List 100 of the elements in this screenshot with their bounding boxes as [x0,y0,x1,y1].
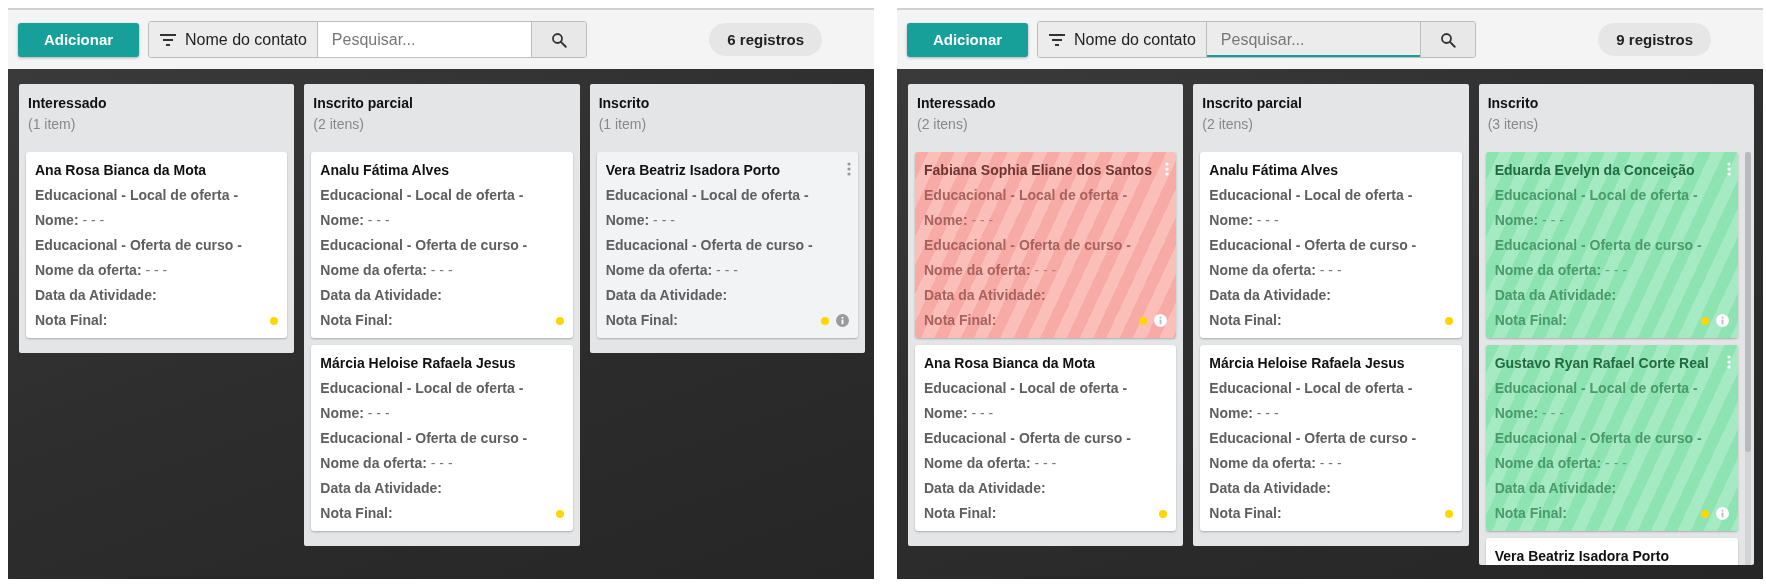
card-field: Nome da oferta: - - - [1494,455,1627,471]
card-field: Data da Atividade: [924,287,1046,303]
filter-icon [159,32,177,47]
record-count: 9 registros [1598,23,1711,56]
card-field: Nome: - - - [605,212,675,228]
item-count: (2 itens) [1202,116,1254,132]
contact-name: Márcia Heloise Rafaela Jesus [1209,354,1405,373]
contact-card[interactable]: Fabiana Sophia Eliane dos Santos Educacional - Local de oferta - Nome: - - - Educacional - Oferta de curso - Nome da oferta: - - - Data da Atividade: Nota Final: [915,152,1177,338]
more-icon[interactable] [847,162,851,176]
card-field: Data da Atividade: [1209,287,1331,303]
more-icon[interactable] [1727,355,1731,369]
item-count: (2 itens) [313,116,365,132]
card-field: Nome: - - - [1209,212,1279,228]
contact-card[interactable]: Analu Fátima Alves Educacional - Local de oferta - Nome: - - - Educacional - Oferta de curso - Nome da oferta: - - - Data da Atividade: Nota Final: [1200,152,1462,338]
card-field: Educacional - Oferta de curso - [1209,430,1417,446]
card-field: Data da Atividade: [320,480,442,496]
search-field[interactable]: Pesquisar... [317,22,531,57]
contact-name: Gustavo Ryan Rafael Corte Real [1494,354,1709,373]
contact-card[interactable]: Gustavo Ryan Rafael Corte Real Educacional - Local de oferta - Nome: - - - Educacional - Oferta de curso - Nome da oferta: - - - Data da Atividade: Nota Final: [1485,345,1738,531]
card-field: Data da Atividade: [1494,480,1617,496]
filter-icon [1048,32,1066,47]
more-icon[interactable] [1727,162,1731,176]
card-field: Educacional - Local de oferta - [924,187,1128,203]
card-field: Nome da oferta: - - - [924,455,1057,471]
contact-card[interactable]: Vera Beatriz Isadora Porto Educacional - Local de oferta - Nome: - - - Educacional - Oferta de curso - Nome da oferta: - - - Data da Atividade: Nota Final: [596,152,858,338]
search-button[interactable] [1419,22,1475,57]
card-field: Nome da oferta: - - - [35,262,168,278]
card-field: Nome da oferta: - - - [320,455,453,471]
info-icon[interactable] [1716,507,1729,520]
item-count: (1 item) [598,116,648,132]
contact-name: Ana Rosa Bianca da Mota [924,354,1096,373]
card-field: Nota Final: [605,308,678,333]
card-field: Data da Atividade: [320,287,442,303]
record-count: 6 registros [709,23,822,56]
card-field: Data da Atividade: [1209,480,1331,496]
info-icon[interactable] [836,314,849,327]
column-title: Interessado [917,95,997,111]
card-field: Nome: - - - [35,212,105,228]
search-icon [1438,30,1457,49]
card-field: Educacional - Local de oferta - [320,380,524,396]
contact-card[interactable]: Ana Rosa Bianca da Mota Educacional - Local de oferta - Nome: - - - Educacional - Oferta de curso - Nome da oferta: - - - Data da Atividade: Nota Final: [26,152,288,338]
filter-button[interactable]: Nome do contato [149,22,318,57]
card-field: Nota Final: [1209,501,1282,526]
search-button[interactable] [530,22,586,57]
contact-name: Vera Beatriz Isadora Porto [605,161,780,180]
info-icon[interactable] [1154,314,1168,327]
card-field: Educacional - Oferta de curso - [1494,237,1702,253]
contact-card[interactable]: Vera Beatriz Isadora Porto [1485,538,1738,565]
more-icon[interactable] [1165,162,1170,176]
contact-name: Analu Fátima Alves [1209,161,1338,180]
card-field: Nome da oferta: - - - [1494,262,1627,278]
card-field: Educacional - Local de oferta - [1209,187,1413,203]
card-field: Educacional - Oferta de curso - [35,237,242,253]
card-field: Educacional - Oferta de curso - [1494,430,1702,446]
item-count: (1 item) [28,116,77,132]
contact-card[interactable]: Márcia Heloise Rafaela Jesus Educacional - Local de oferta - Nome: - - - Educacional - Oferta de curso - Nome da oferta: - - - Data da Atividade: Nota Final: [311,345,573,531]
search-icon [549,30,568,49]
column-title: Inscrito parcial [313,95,414,111]
card-field: Educacional - Oferta de curso - [320,430,528,446]
column-title: Inscrito parcial [1202,95,1303,111]
card-field: Educacional - Oferta de curso - [924,237,1131,253]
card-field: Nome: - - - [320,212,390,228]
contact-name: Ana Rosa Bianca da Mota [35,161,207,180]
card-field: Nota Final: [924,501,997,526]
card-field: Educacional - Local de oferta - [605,187,809,203]
column-title: Interessado [28,95,108,111]
card-field: Educacional - Local de oferta - [924,380,1128,396]
contact-name: Márcia Heloise Rafaela Jesus [320,354,516,373]
scrollbar[interactable] [1745,152,1751,565]
contact-name: Vera Beatriz Isadora Porto [1494,547,1669,565]
contact-card[interactable]: Márcia Heloise Rafaela Jesus Educacional - Local de oferta - Nome: - - - Educacional - Oferta de curso - Nome da oferta: - - - Data da Atividade: Nota Final: [1200,345,1462,531]
card-field: Data da Atividade: [605,287,728,303]
card-field: Nome: - - - [924,405,994,421]
card-field: Nota Final: [35,308,108,333]
card-field: Nome da oferta: - - - [320,262,453,278]
card-field: Educacional - Local de oferta - [1494,380,1698,396]
contact-name: Eduarda Evelyn da Conceição [1494,161,1695,180]
card-field: Data da Atividade: [1494,287,1617,303]
filter-button[interactable]: Nome do contato [1038,22,1207,57]
column-title: Inscrito [1487,95,1540,111]
card-field: Nome da oferta: - - - [1209,455,1342,471]
contact-card[interactable]: Eduarda Evelyn da Conceição Educacional - Local de oferta - Nome: - - - Educacional - Oferta de curso - Nome da oferta: - - - Data da Atividade: Nota Final: [1485,152,1738,338]
card-field: Nota Final: [320,501,393,526]
card-field: Educacional - Local de oferta - [1494,187,1698,203]
contact-card[interactable]: Ana Rosa Bianca da Mota Educacional - Local de oferta - Nome: - - - Educacional - Oferta de curso - Nome da oferta: - - - Data da Atividade: Nota Final: [915,345,1177,531]
column-title: Inscrito [598,95,651,111]
search-field[interactable]: Pesquisar... [1206,22,1420,57]
card-field: Nota Final: [1494,308,1567,333]
item-count: (2 itens) [917,116,969,132]
card-field: Nome da oferta: - - - [924,262,1057,278]
info-icon[interactable] [1716,314,1729,327]
contact-name: Analu Fátima Alves [320,161,449,180]
card-field: Nome: - - - [320,405,390,421]
contact-card[interactable]: Analu Fátima Alves Educacional - Local de oferta - Nome: - - - Educacional - Oferta de curso - Nome da oferta: - - - Data da Atividade: Nota Final: [311,152,573,338]
card-field: Nota Final: [1494,501,1567,526]
card-field: Educacional - Oferta de curso - [924,430,1131,446]
card-field: Educacional - Local de oferta - [35,187,239,203]
card-field: Educacional - Local de oferta - [1209,380,1413,396]
card-field: Educacional - Oferta de curso - [320,237,528,253]
card-field: Educacional - Local de oferta - [320,187,524,203]
